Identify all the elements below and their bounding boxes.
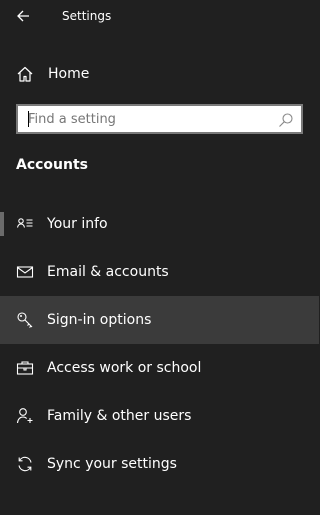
- nav-item-label: Sign-in options: [47, 312, 152, 328]
- nav-item-label: Sync your settings: [47, 456, 177, 472]
- nav-item-email-accounts[interactable]: Email & accounts: [0, 248, 319, 296]
- text-caret: [28, 111, 29, 127]
- search-input[interactable]: [18, 106, 258, 132]
- section-title: Accounts: [16, 157, 89, 173]
- search-box[interactable]: [16, 104, 303, 134]
- home-link[interactable]: Home: [0, 56, 319, 92]
- sync-icon: [16, 455, 34, 473]
- back-button[interactable]: [0, 0, 46, 32]
- back-arrow-icon: [16, 9, 30, 23]
- nav-item-sync-settings[interactable]: Sync your settings: [0, 440, 319, 488]
- home-icon: [16, 65, 34, 83]
- briefcase-icon: [16, 359, 34, 377]
- title-bar: Settings: [0, 0, 319, 32]
- search-icon[interactable]: [278, 112, 294, 128]
- nav-item-label: Email & accounts: [47, 264, 169, 280]
- add-user-icon: [16, 407, 34, 425]
- home-label: Home: [48, 66, 90, 82]
- nav-item-label: Access work or school: [47, 360, 202, 376]
- accounts-nav: Your info Email & accounts Sign-in optio…: [0, 200, 319, 488]
- nav-item-label: Family & other users: [47, 408, 192, 424]
- selection-indicator: [0, 212, 4, 236]
- contact-card-icon: [16, 215, 34, 233]
- nav-item-access-work-school[interactable]: Access work or school: [0, 344, 319, 392]
- nav-item-your-info[interactable]: Your info: [0, 200, 319, 248]
- mail-icon: [16, 263, 34, 281]
- window-title: Settings: [62, 9, 112, 23]
- key-icon: [16, 311, 34, 329]
- nav-item-label: Your info: [47, 216, 108, 232]
- nav-item-sign-in-options[interactable]: Sign-in options: [0, 296, 319, 344]
- nav-item-family-other-users[interactable]: Family & other users: [0, 392, 319, 440]
